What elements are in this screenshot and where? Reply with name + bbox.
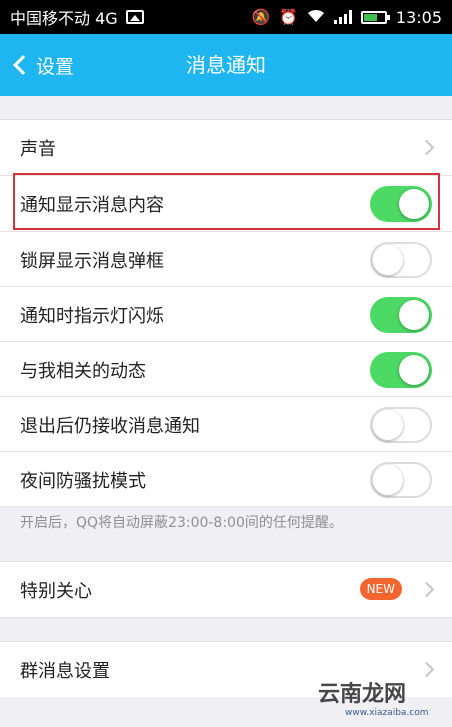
image-notification-icon — [125, 10, 144, 24]
clock: 13:05 — [395, 7, 442, 27]
setting-row-led-blink: 通知时指示灯闪烁 — [0, 287, 452, 342]
setting-row-receive-after-exit: 退出后仍接收消息通知 — [0, 397, 452, 452]
new-badge: NEW — [359, 578, 402, 600]
toggle-switch[interactable] — [370, 241, 432, 278]
nav-bar: 设置 消息通知 — [0, 34, 452, 96]
toggle-switch[interactable] — [370, 296, 432, 333]
page-title: 消息通知 — [186, 53, 266, 77]
sound-label: 声音 — [20, 138, 56, 160]
divider — [0, 506, 452, 507]
toggle-switch[interactable] — [370, 351, 432, 388]
watermark-url: www.xiazaiba.com — [345, 708, 429, 718]
setting-row-night-mode: 夜间防骚扰模式 — [0, 452, 452, 507]
alarm-icon: ⏰ — [279, 7, 298, 26]
status-bar: 中国移不动 4G 🔕 ⏰ 13:05 — [0, 0, 452, 34]
toggle-switch[interactable] — [370, 461, 432, 498]
status-icons: 🔕 ⏰ 13:05 — [252, 8, 442, 27]
watermark-logo: 云南龙网 — [318, 682, 407, 707]
setting-row-related-updates: 与我相关的动态 — [0, 342, 452, 397]
signal-icon — [333, 10, 352, 24]
hint-text: 开启后，QQ将自动屏蔽23:00-8:00间的任何提醒。 — [20, 515, 343, 531]
wifi-icon — [307, 9, 325, 26]
mute-icon: 🔕 — [251, 7, 271, 26]
toggle-switch[interactable] — [370, 406, 432, 443]
carrier-label: 中国移不动 4G — [10, 9, 118, 28]
divider — [0, 617, 452, 618]
sound-row[interactable]: 声音 — [0, 120, 452, 175]
battery-icon — [360, 10, 390, 24]
highlight-box — [13, 173, 440, 230]
setting-row-lockscreen-popup: 锁屏显示消息弹框 — [0, 232, 452, 287]
